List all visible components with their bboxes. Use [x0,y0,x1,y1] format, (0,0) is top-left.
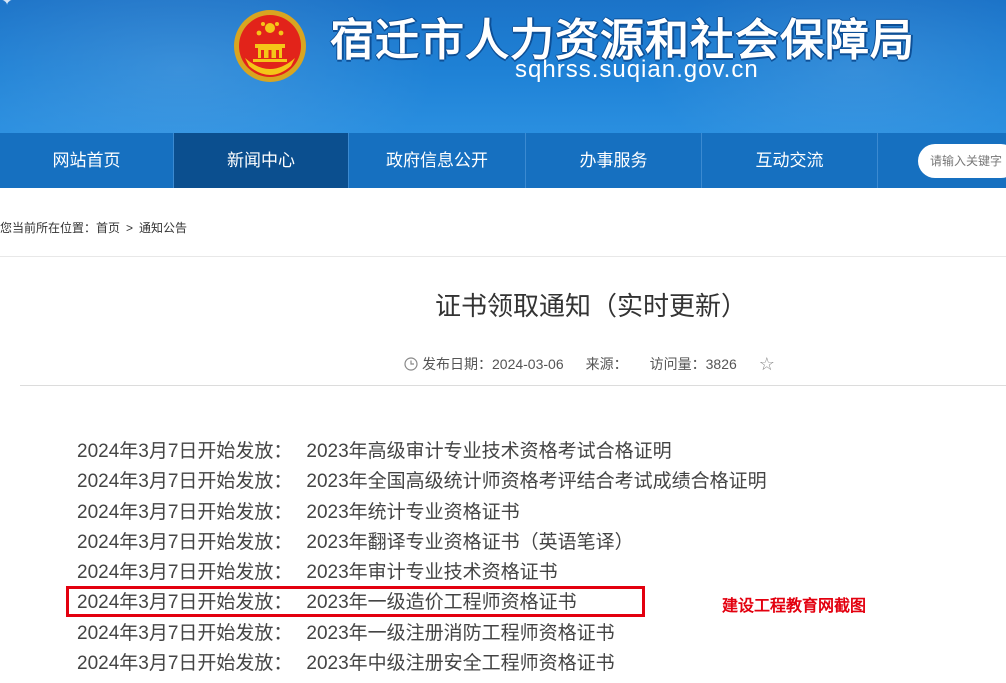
notice-date: 2024年3月7日开始发放： [77,653,293,675]
breadcrumb-divider [0,256,1006,257]
notice-text: 2023年统计专业资格证书 [306,501,520,523]
highlight-box [66,586,645,617]
notice-date: 2024年3月7日开始发放： [77,441,293,462]
national-emblem-icon [234,10,306,82]
notice-date: 2024年3月7日开始发放： [77,562,293,584]
article-meta: 发布日期： 2024-03-06 来源： 访问量： 3826 ☆ [404,354,775,374]
watermark-text: 建设工程教育网截图 [722,596,867,615]
list-item: 2024年3月7日开始发放： 2023年一级注册消防工程师资格证书 [77,619,767,649]
star-icon[interactable]: ☆ [759,355,775,373]
breadcrumb-prefix: 您当前所在位置： [0,221,97,235]
views-count: 3826 [705,356,737,372]
list-item: 2024年3月7日开始发放： 2023年中级注册安全工程师资格证书 [77,649,767,679]
corner-mark: ✦ [2,0,13,8]
notice-text: 2023年审计专业技术资格证书 [306,562,558,584]
nav-item-news[interactable]: 新闻中心 [174,133,349,188]
notice-date: 2024年3月7日开始发放： [77,471,293,493]
notice-date: 2024年3月7日开始发放： [77,531,293,553]
meta-divider [20,385,1006,386]
site-domain: sqhrss.suqian.gov.cn [515,56,759,83]
site-banner: ✦ 宿迁市人力资源和社会保障局 sqhrss.suqian.gov.cn [0,0,1006,133]
source-label: 来源： [585,356,628,372]
notice-date: 2024年3月7日开始发放： [77,622,293,644]
notice-text: 2023年一级注册消防工程师资格证书 [306,622,615,644]
notice-text: 2023年全国高级统计师资格考评结合考试成绩合格证明 [306,471,767,493]
nav-item-home[interactable]: 网站首页 [0,133,174,188]
breadcrumb-home-link[interactable]: 首页 [96,221,120,235]
breadcrumb-separator: > [126,221,134,235]
notice-date: 2024年3月7日开始发放： [77,501,293,523]
nav-item-services[interactable]: 办事服务 [526,133,702,188]
main-nav: 网站首页 新闻中心 政府信息公开 办事服务 互动交流 [0,133,1006,188]
nav-item-interaction[interactable]: 互动交流 [702,133,878,188]
search-input[interactable]: 请输入关键字 [918,144,1006,178]
publish-date-label: 发布日期： [422,356,492,372]
nav-item-gov-info[interactable]: 政府信息公开 [349,133,526,188]
clock-icon [404,357,418,371]
publish-date: 2024-03-06 [492,356,564,372]
list-item: 2024年3月7日开始发放： 2023年高级审计专业技术资格考试合格证明 [77,437,767,467]
list-item: 2024年3月7日开始发放： 2023年统计专业资格证书 [77,498,767,528]
breadcrumb-current-link[interactable]: 通知公告 [139,221,187,235]
list-item: 2024年3月7日开始发放： 2023年全国高级统计师资格考评结合考试成绩合格证明 [77,467,767,497]
notice-text: 2023年中级注册安全工程师资格证书 [306,653,615,675]
list-item: 2024年3月7日开始发放： 2023年翻译专业资格证书（英语笔译） [77,528,767,558]
breadcrumb: 您当前所在位置：首页 > 通知公告 [0,219,187,236]
notice-list: 2024年3月7日开始发放： 2023年高级审计专业技术资格考试合格证明 2024… [77,437,767,679]
list-item: 2024年3月7日开始发放： 2023年审计专业技术资格证书 [77,558,767,588]
views-label: 访问量： [649,356,706,372]
notice-text: 2023年翻译专业资格证书（英语笔译） [306,531,634,553]
page-title: 证书领取通知（实时更新） [434,291,747,321]
notice-text: 2023年高级审计专业技术资格考试合格证明 [306,441,672,462]
